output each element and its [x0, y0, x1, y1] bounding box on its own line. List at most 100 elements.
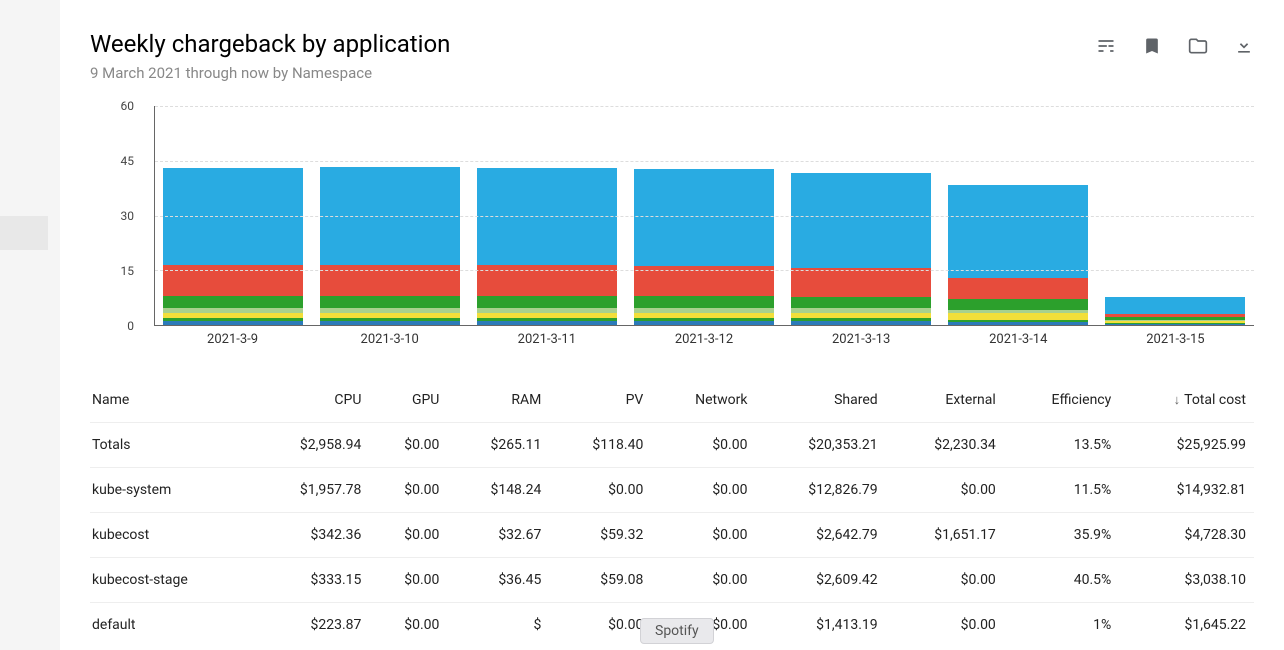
bar[interactable]	[634, 169, 774, 325]
x-axis: 2021-3-92021-3-102021-3-112021-3-122021-…	[154, 332, 1254, 356]
table-row[interactable]: kubecost$342.36$0.00$32.67$59.32$0.00$2,…	[90, 513, 1254, 558]
cell-efficiency: 40.5%	[1004, 558, 1119, 603]
cell-efficiency: 35.9%	[1004, 513, 1119, 558]
cell-ram: $	[447, 603, 549, 648]
x-tick: 2021-3-14	[940, 332, 1097, 356]
bar-segment	[948, 299, 1088, 310]
table-row[interactable]: Totals$2,958.94$0.00$265.11$118.40$0.00$…	[90, 423, 1254, 468]
cell-ram: $32.67	[447, 513, 549, 558]
bar[interactable]	[320, 167, 460, 325]
cell-ram: $265.11	[447, 423, 549, 468]
bar-segment	[634, 169, 774, 266]
x-tick: 2021-3-11	[468, 332, 625, 356]
cell-external: $0.00	[886, 468, 1004, 513]
folder-icon[interactable]	[1188, 36, 1208, 56]
sort-arrow-icon: ↓	[1174, 393, 1181, 408]
stacked-bar-chart: 015304560 2021-3-92021-3-102021-3-112021…	[90, 106, 1254, 356]
cost-table: NameCPUGPURAMPVNetworkSharedExternalEffi…	[90, 386, 1254, 647]
cell-cpu: $333.15	[251, 558, 369, 603]
col-network[interactable]: Network	[651, 386, 755, 423]
table-row[interactable]: kubecost-stage$333.15$0.00$36.45$59.08$0…	[90, 558, 1254, 603]
cell-shared: $12,826.79	[755, 468, 885, 513]
cell-external: $2,230.34	[886, 423, 1004, 468]
grid-line	[155, 106, 1254, 107]
bar-segment	[791, 297, 931, 308]
col-ram[interactable]: RAM	[447, 386, 549, 423]
y-tick: 60	[121, 99, 135, 113]
action-icons	[1096, 36, 1254, 56]
bar-segment	[320, 321, 460, 325]
col-gpu[interactable]: GPU	[369, 386, 447, 423]
bar-segment	[948, 313, 1088, 320]
col-efficiency[interactable]: Efficiency	[1004, 386, 1119, 423]
col-pv[interactable]: PV	[549, 386, 651, 423]
bar-segment	[948, 185, 1088, 279]
cell-total-cost: $4,728.30	[1119, 513, 1254, 558]
cell-name: Totals	[90, 423, 251, 468]
table-header-row: NameCPUGPURAMPVNetworkSharedExternalEffi…	[90, 386, 1254, 423]
cell-name: kubecost	[90, 513, 251, 558]
y-tick: 30	[121, 209, 135, 223]
cell-cpu: $223.87	[251, 603, 369, 648]
cell-network: $0.00	[651, 423, 755, 468]
col-shared[interactable]: Shared	[755, 386, 885, 423]
cell-total-cost: $3,038.10	[1119, 558, 1254, 603]
bar-slot	[1097, 297, 1254, 325]
cell-name: default	[90, 603, 251, 648]
bar[interactable]	[1105, 297, 1245, 325]
bar-segment	[163, 296, 303, 308]
col-cpu[interactable]: CPU	[251, 386, 369, 423]
bar-segment	[1105, 297, 1245, 314]
bar-segment	[948, 278, 1088, 298]
bar-slot	[155, 168, 312, 325]
bar-segment	[634, 296, 774, 308]
cell-network: $0.00	[651, 558, 755, 603]
col-name[interactable]: Name	[90, 386, 251, 423]
cell-cpu: $1,957.78	[251, 468, 369, 513]
bar[interactable]	[948, 185, 1088, 325]
cell-shared: $2,642.79	[755, 513, 885, 558]
bar-segment	[948, 322, 1088, 325]
y-axis: 015304560	[102, 106, 138, 326]
bar-segment	[1105, 324, 1245, 325]
cell-network: $0.00	[651, 468, 755, 513]
col-total-cost[interactable]: ↓Total cost	[1119, 386, 1254, 423]
bar-segment	[163, 321, 303, 325]
cell-pv: $59.32	[549, 513, 651, 558]
y-tick: 0	[127, 319, 134, 333]
filters-icon[interactable]	[1096, 36, 1116, 56]
bar-slot	[626, 169, 783, 325]
cell-pv: $118.40	[549, 423, 651, 468]
bar[interactable]	[477, 168, 617, 325]
cell-cpu: $342.36	[251, 513, 369, 558]
sidebar-item-stub[interactable]	[0, 216, 48, 250]
page-title: Weekly chargeback by application	[90, 30, 450, 58]
cell-efficiency: 13.5%	[1004, 423, 1119, 468]
cell-total-cost: $14,932.81	[1119, 468, 1254, 513]
cell-shared: $1,413.19	[755, 603, 885, 648]
spotify-pill[interactable]: Spotify	[640, 618, 714, 644]
plot-area	[154, 106, 1254, 326]
cell-network: $0.00	[651, 513, 755, 558]
x-tick: 2021-3-15	[1097, 332, 1254, 356]
bar-slot	[312, 167, 469, 325]
cell-name: kube-system	[90, 468, 251, 513]
cell-gpu: $0.00	[369, 603, 447, 648]
bar[interactable]	[163, 168, 303, 325]
table-row[interactable]: kube-system$1,957.78$0.00$148.24$0.00$0.…	[90, 468, 1254, 513]
page-subtitle: 9 March 2021 through now by Namespace	[90, 64, 450, 82]
x-tick: 2021-3-10	[311, 332, 468, 356]
col-external[interactable]: External	[886, 386, 1004, 423]
cell-total-cost: $25,925.99	[1119, 423, 1254, 468]
bar-slot	[940, 185, 1097, 325]
cell-gpu: $0.00	[369, 468, 447, 513]
bar-segment	[791, 321, 931, 325]
bookmark-icon[interactable]	[1142, 36, 1162, 56]
grid-line	[155, 270, 1254, 271]
cell-name: kubecost-stage	[90, 558, 251, 603]
x-tick: 2021-3-9	[154, 332, 311, 356]
cell-pv: $0.00	[549, 603, 651, 648]
bar[interactable]	[791, 173, 931, 325]
download-icon[interactable]	[1234, 36, 1254, 56]
cell-gpu: $0.00	[369, 558, 447, 603]
